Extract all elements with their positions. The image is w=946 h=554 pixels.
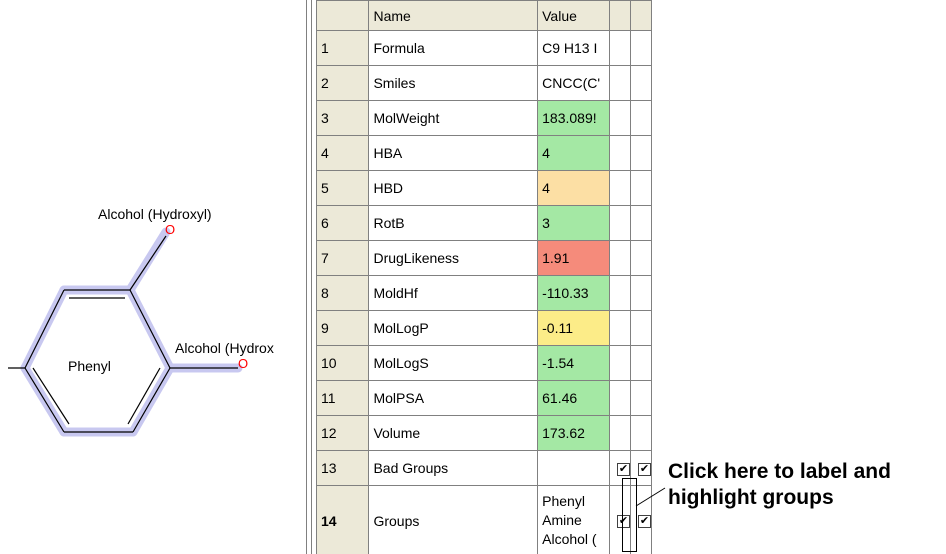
annotation-line-2: highlight groups: [668, 486, 834, 509]
annotation-line-1: Click here to label and: [668, 460, 891, 483]
